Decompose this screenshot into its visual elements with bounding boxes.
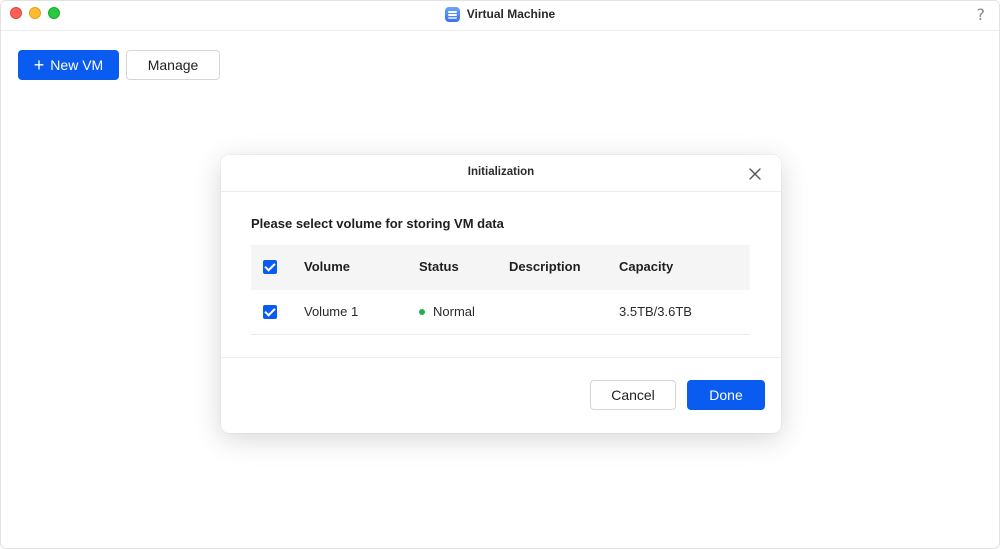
new-vm-label: New VM xyxy=(50,57,104,73)
help-icon[interactable]: ? xyxy=(977,5,986,24)
row-status: Normal xyxy=(419,304,475,319)
footer-divider xyxy=(221,357,781,358)
column-header-status: Status xyxy=(419,259,459,274)
close-icon[interactable] xyxy=(747,166,763,182)
table-row[interactable]: Volume 1 Normal 3.5TB/3.6TB xyxy=(251,290,750,335)
plus-icon: + xyxy=(33,54,45,75)
table-header: Volume Status Description Capacity xyxy=(251,245,750,290)
app-window: Virtual Machine ? + New VM Manage Initia… xyxy=(0,0,1000,549)
cancel-button[interactable]: Cancel xyxy=(590,380,676,410)
title-bar: Virtual Machine ? xyxy=(1,1,999,31)
column-header-volume: Volume xyxy=(304,259,350,274)
manage-button[interactable]: Manage xyxy=(126,50,220,80)
initialization-dialog: Initialization Please select volume for … xyxy=(221,155,781,433)
virtual-machine-icon xyxy=(444,6,460,22)
dialog-title: Initialization xyxy=(467,166,535,178)
row-volume: Volume 1 xyxy=(304,304,359,319)
row-status-label: Normal xyxy=(433,304,475,319)
row-capacity: 3.5TB/3.6TB xyxy=(619,304,692,319)
done-button[interactable]: Done xyxy=(687,380,765,410)
column-header-description: Description xyxy=(509,259,581,274)
row-checkbox[interactable] xyxy=(263,305,277,319)
column-header-capacity: Capacity xyxy=(619,259,674,274)
status-dot-icon xyxy=(419,308,425,315)
volume-table: Volume Status Description Capacity Volum… xyxy=(251,245,750,335)
checkbox-checked-icon xyxy=(263,305,277,319)
select-all-checkbox[interactable] xyxy=(263,260,277,274)
dialog-header: Initialization xyxy=(221,155,781,192)
window-title-group: Virtual Machine xyxy=(1,5,999,23)
window-title: Virtual Machine xyxy=(466,7,556,21)
new-vm-button[interactable]: + New VM xyxy=(18,50,119,80)
dialog-prompt: Please select volume for storing VM data xyxy=(251,216,504,231)
checkbox-checked-icon xyxy=(263,260,277,274)
